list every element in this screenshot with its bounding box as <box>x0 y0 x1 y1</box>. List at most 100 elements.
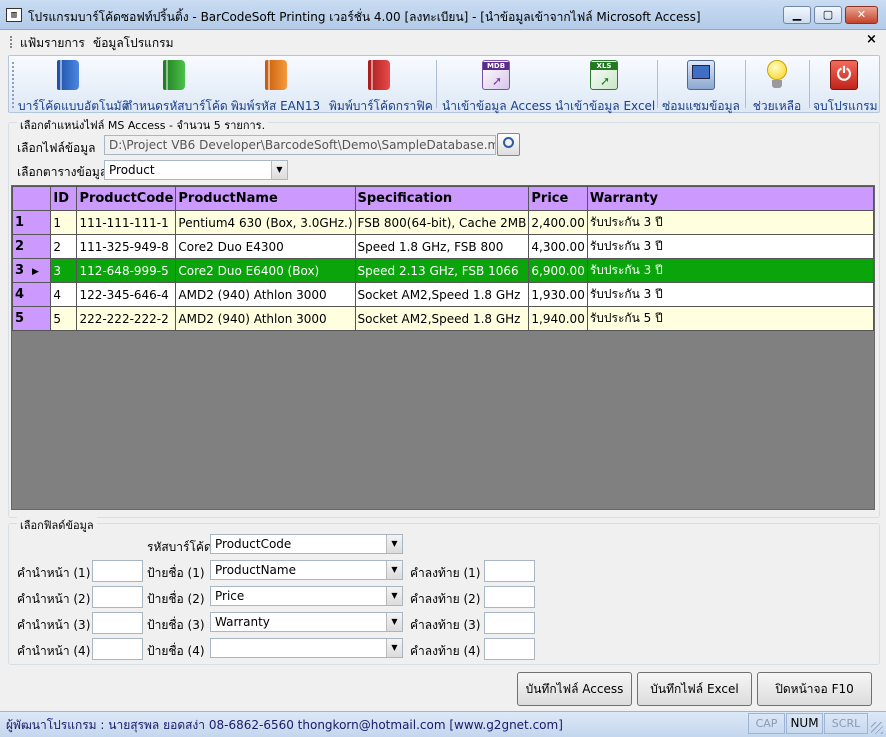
label-field-select-1[interactable]: ProductName ▼ <box>210 560 403 580</box>
suffix-label-2: คำลงท้าย (2) <box>410 592 481 606</box>
label-field-value-2: Price <box>215 589 245 603</box>
browse-button[interactable] <box>497 133 520 156</box>
cell-price[interactable]: 1,940.00 <box>528 306 588 331</box>
cell-productname[interactable]: AMD2 (940) Athlon 3000 <box>175 306 356 331</box>
cell-price[interactable]: 2,400.00 <box>528 210 588 235</box>
toolbar-repair-button[interactable]: ซ่อมแซมข้อมูล <box>662 58 740 113</box>
table-row-selected[interactable]: 3 ▶ 3 112-648-999-5 Core2 Duo E6400 (Box)… <box>11 258 875 283</box>
maximize-button[interactable]: ▢ <box>814 6 842 24</box>
row-header[interactable]: 1 <box>11 210 52 235</box>
toolbar-ean13-button[interactable]: พิมพ์รหัส EAN13 <box>228 58 323 113</box>
cell-warranty[interactable]: รับประกัน 3 ปี <box>586 234 875 259</box>
data-grid[interactable]: ID ProductCode ProductName Specification… <box>11 185 875 510</box>
column-header-productname[interactable]: ProductName <box>175 186 356 211</box>
table-select[interactable]: Product ▼ <box>104 160 288 180</box>
cell-warranty[interactable]: รับประกัน 5 ปี <box>586 306 875 331</box>
menu-grip <box>10 36 12 48</box>
column-header-specification[interactable]: Specification <box>354 186 530 211</box>
toolbar-import-excel-button[interactable]: XLS ➚ นำเข้าข้อมูล Excel <box>555 58 655 113</box>
save-access-button[interactable]: บันทึกไฟล์ Access <box>517 672 632 706</box>
cell-productname[interactable]: Core2 Duo E6400 (Box) <box>175 258 356 283</box>
cell-id[interactable]: 1 <box>50 210 78 235</box>
label-field-select-4[interactable]: ▼ <box>210 638 403 658</box>
prefix-input-3[interactable] <box>92 612 143 634</box>
cell-warranty[interactable]: รับประกัน 3 ปี <box>586 282 875 307</box>
row-header[interactable]: 4 <box>11 282 52 307</box>
menu-program-info[interactable]: ข้อมูลโปรแกรม <box>93 34 174 53</box>
column-header-price[interactable]: Price <box>528 186 588 211</box>
close-screen-button[interactable]: ปิดหน้าจอ F10 <box>757 672 872 706</box>
grid-table: ID ProductCode ProductName Specification… <box>11 186 875 331</box>
file-path-field[interactable]: D:\Project VB6 Developer\BarcodeSoft\Dem… <box>104 135 496 155</box>
cell-id[interactable]: 4 <box>50 282 78 307</box>
label-field-select-2[interactable]: Price ▼ <box>210 586 403 606</box>
label-field-select-3[interactable]: Warranty ▼ <box>210 612 403 632</box>
cell-specification[interactable]: Speed 1.8 GHz, FSB 800 <box>354 234 530 259</box>
barcode-field-select[interactable]: ProductCode ▼ <box>210 534 403 554</box>
cell-productcode[interactable]: 222-222-222-2 <box>76 306 177 331</box>
label-field-label-4: ป้ายชื่อ (4) <box>147 644 205 658</box>
prefix-input-1[interactable] <box>92 560 143 582</box>
cell-price[interactable]: 6,900.00 <box>528 258 588 283</box>
cell-productname[interactable]: Pentium4 630 (Box, 3.0GHz.) <box>175 210 356 235</box>
cell-productname[interactable]: Core2 Duo E4300 <box>175 234 356 259</box>
barcode-field-value: ProductCode <box>215 537 292 551</box>
cell-id[interactable]: 5 <box>50 306 78 331</box>
cell-productname[interactable]: AMD2 (940) Athlon 3000 <box>175 282 356 307</box>
cell-id[interactable]: 3 <box>50 258 78 283</box>
column-header-productcode[interactable]: ProductCode <box>76 186 177 211</box>
close-button[interactable]: ✕ <box>845 6 878 24</box>
cell-id[interactable]: 2 <box>50 234 78 259</box>
row-header[interactable]: 3 ▶ <box>11 258 52 283</box>
table-row[interactable]: 4 4 122-345-646-4 AMD2 (940) Athlon 3000… <box>11 282 875 307</box>
cell-warranty[interactable]: รับประกัน 3 ปี <box>586 258 875 283</box>
toolbar-import-access-button[interactable]: MDB ➚ นำเข้าข้อมูล Access <box>442 58 552 113</box>
status-num-indicator: NUM <box>786 713 823 734</box>
toolbar-help-button[interactable]: ช่วยเหลือ <box>750 58 804 113</box>
cell-specification[interactable]: Speed 2.13 GHz, FSB 1066 <box>354 258 530 283</box>
row-header[interactable]: 5 <box>11 306 52 331</box>
cell-productcode[interactable]: 112-648-999-5 <box>76 258 177 283</box>
cell-productcode[interactable]: 122-345-646-4 <box>76 282 177 307</box>
table-row[interactable]: 1 1 111-111-111-1 Pentium4 630 (Box, 3.0… <box>11 210 875 235</box>
toolbar-graphic-barcode-button[interactable]: พิมพ์บาร์โค้ดกราฟิค <box>329 58 433 113</box>
cell-specification[interactable]: Socket AM2,Speed 1.8 GHz <box>354 306 530 331</box>
toolbar-label: กำหนดรหัสบาร์โค้ด <box>125 99 228 113</box>
toolbar-separator <box>745 60 746 108</box>
cell-specification[interactable]: FSB 800(64-bit), Cache 2MB <box>354 210 530 235</box>
prefix-input-2[interactable] <box>92 586 143 608</box>
chevron-down-icon: ▼ <box>271 161 287 179</box>
toolbar-auto-barcode-button[interactable]: บาร์โค้ดแบบอัตโนมัติ <box>18 58 129 113</box>
toolbar-label: พิมพ์รหัส EAN13 <box>230 99 321 113</box>
cell-warranty[interactable]: รับประกัน 3 ปี <box>586 210 875 235</box>
minimize-button[interactable]: ▁ <box>783 6 811 24</box>
row-header[interactable]: 2 <box>11 234 52 259</box>
toolbar-define-barcode-button[interactable]: กำหนดรหัสบาร์โค้ด <box>125 58 228 113</box>
prefix-label-4: คำนำหน้า (4) <box>17 644 91 658</box>
cell-productcode[interactable]: 111-111-111-1 <box>76 210 177 235</box>
suffix-input-3[interactable] <box>484 612 535 634</box>
computer-repair-icon <box>687 60 715 90</box>
cell-price[interactable]: 4,300.00 <box>528 234 588 259</box>
column-header-warranty[interactable]: Warranty <box>586 186 875 211</box>
menu-file[interactable]: แฟ้มรายการ <box>20 34 85 53</box>
status-developer-text: ผู้พัฒนาโปรแกรม : นายสุรพล ยอดสง่า 08-68… <box>6 718 563 732</box>
prefix-input-4[interactable] <box>92 638 143 660</box>
xls-badge: XLS <box>591 62 617 70</box>
toolbar-exit-button[interactable]: ⏻ จบโปรแกรม <box>813 58 878 113</box>
cell-price[interactable]: 1,930.00 <box>528 282 588 307</box>
table-row[interactable]: 2 2 111-325-949-8 Core2 Duo E4300 Speed … <box>11 234 875 259</box>
suffix-input-2[interactable] <box>484 586 535 608</box>
cell-productcode[interactable]: 111-325-949-8 <box>76 234 177 259</box>
cell-specification[interactable]: Socket AM2,Speed 1.8 GHz <box>354 282 530 307</box>
toolbar-label: จบโปรแกรม <box>813 99 878 113</box>
column-header-id[interactable]: ID <box>50 186 78 211</box>
mdi-close-button[interactable]: × <box>866 32 877 47</box>
label-field-label-3: ป้ายชื่อ (3) <box>147 618 205 632</box>
suffix-input-1[interactable] <box>484 560 535 582</box>
table-row[interactable]: 5 5 222-222-222-2 AMD2 (940) Athlon 3000… <box>11 306 875 331</box>
save-excel-button[interactable]: บันทึกไฟล์ Excel <box>637 672 752 706</box>
fields-group-label: เลือกฟิลด์ข้อมูล <box>17 516 97 534</box>
suffix-input-4[interactable] <box>484 638 535 660</box>
resize-grip-icon[interactable] <box>871 722 883 734</box>
